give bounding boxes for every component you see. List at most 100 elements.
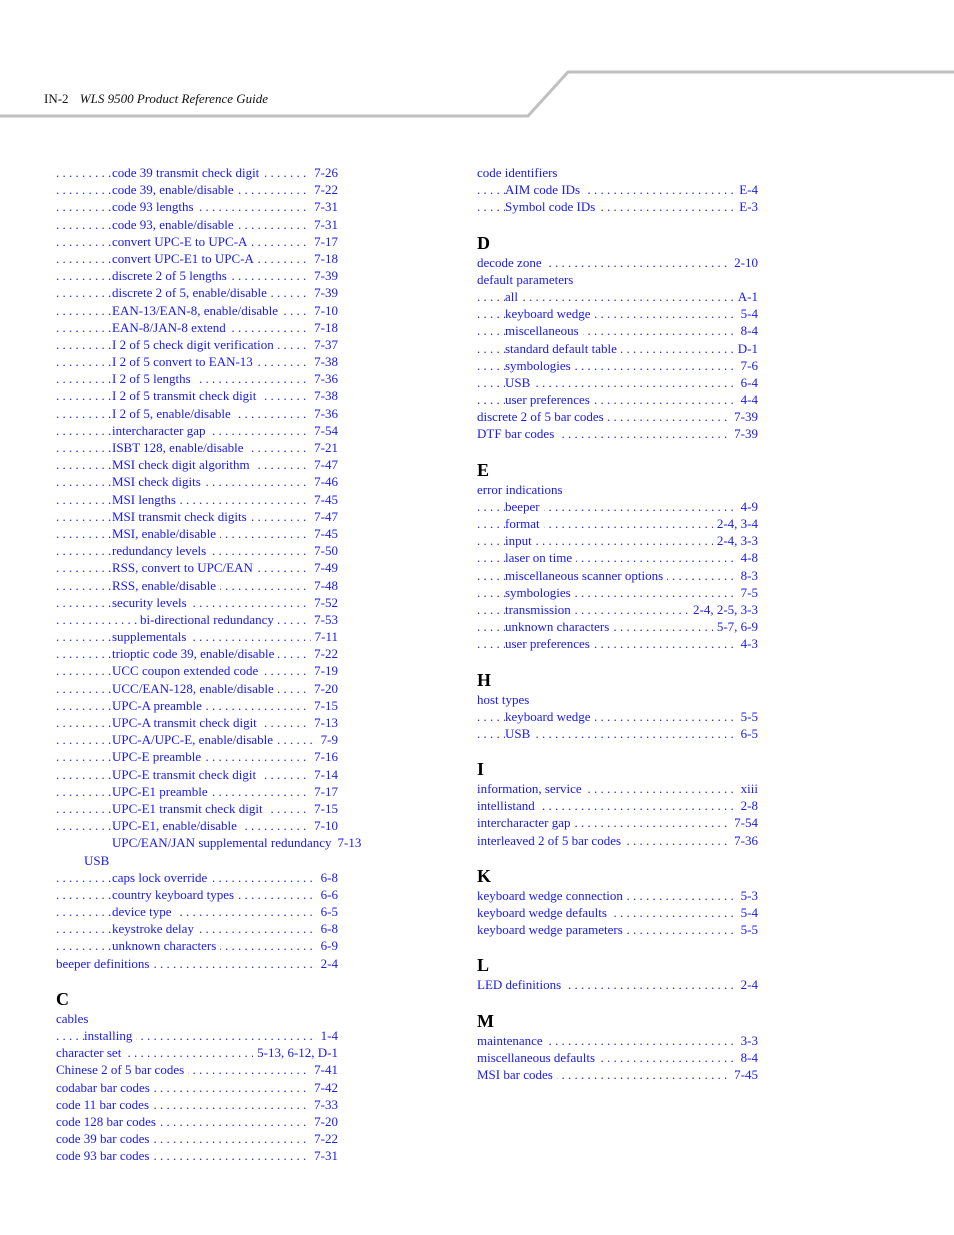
- index-entry-page-ref[interactable]: A-1: [733, 287, 758, 306]
- index-entry[interactable]: code identifiers: [477, 164, 758, 181]
- index-entry[interactable]: keystroke delay 6-8: [56, 920, 338, 938]
- index-entry-page-ref[interactable]: 6-5: [316, 903, 338, 921]
- index-entry[interactable]: intercharacter gap 7-54: [477, 814, 758, 832]
- index-entry[interactable]: transmission 2-4, 2-5, 3-3: [477, 600, 758, 618]
- index-entry[interactable]: UCC coupon extended code 7-19: [56, 662, 338, 680]
- index-entry[interactable]: default parameters: [477, 271, 758, 288]
- index-entry[interactable]: standard default table D-1: [477, 339, 758, 357]
- index-entry-page-ref[interactable]: 7-22: [310, 1130, 338, 1148]
- index-entry[interactable]: decode zone 2-10: [477, 253, 758, 271]
- index-entry-page-ref[interactable]: 7-19: [310, 662, 338, 680]
- index-entry[interactable]: LED definitions 2-4: [477, 976, 758, 994]
- index-entry[interactable]: miscellaneous scanner options 8-3: [477, 566, 758, 584]
- index-entry-page-ref[interactable]: 5-13, 6-12, D-1: [253, 1044, 338, 1062]
- index-entry-page-ref[interactable]: 7-26: [310, 164, 338, 182]
- index-entry[interactable]: user preferences 4-3: [477, 635, 758, 653]
- index-entry-page-ref[interactable]: 7-47: [310, 507, 338, 525]
- index-entry-page-ref[interactable]: 7-45: [730, 1065, 758, 1084]
- index-entry-page-ref[interactable]: 7-21: [310, 439, 338, 457]
- index-entry[interactable]: caps lock override 6-8: [56, 868, 338, 886]
- index-entry[interactable]: format 2-4, 3-4: [477, 515, 758, 532]
- index-entry-page-ref[interactable]: 7-15: [310, 696, 338, 715]
- index-entry[interactable]: MSI check digit algorithm 7-47: [56, 456, 338, 474]
- index-entry[interactable]: character set 5-13, 6-12, D-1: [56, 1044, 338, 1062]
- index-entry[interactable]: UPC-E1 preamble 7-17: [56, 782, 338, 800]
- index-entry[interactable]: user preferences 4-4: [477, 391, 758, 408]
- index-entry-page-ref[interactable]: 7-50: [310, 542, 338, 560]
- index-entry[interactable]: UPC-A preamble 7-15: [56, 696, 338, 715]
- index-entry-page-ref[interactable]: 7-54: [730, 814, 758, 832]
- index-entry-page-ref[interactable]: 7-54: [310, 421, 338, 440]
- index-entry-page-ref[interactable]: xiii: [736, 780, 758, 798]
- index-entry-page-ref[interactable]: 6-4: [736, 373, 758, 392]
- index-entry-page-ref[interactable]: 7-39: [310, 267, 338, 285]
- index-entry[interactable]: EAN-13/EAN-8, enable/disable 7-10: [56, 301, 338, 319]
- index-entry[interactable]: MSI bar codes 7-45: [477, 1065, 758, 1084]
- index-entry[interactable]: interleaved 2 of 5 bar codes 7-36: [477, 831, 758, 849]
- index-entry-page-ref[interactable]: 8-3: [736, 566, 758, 584]
- index-entry-page-ref[interactable]: 7-49: [310, 559, 338, 577]
- index-entry[interactable]: intellistand 2-8: [477, 797, 758, 815]
- index-entry-page-ref[interactable]: 7-39: [310, 284, 338, 302]
- index-entry[interactable]: unknown characters 6-9: [56, 937, 338, 955]
- index-entry-page-ref[interactable]: 3-3: [736, 1031, 758, 1049]
- index-entry[interactable]: information, service xiii: [477, 780, 758, 797]
- index-entry-page-ref[interactable]: 7-36: [310, 370, 338, 388]
- index-entry-page-ref[interactable]: 8-4: [736, 322, 758, 340]
- index-entry[interactable]: RSS, enable/disable 7-48: [56, 576, 338, 594]
- index-entry-page-ref[interactable]: 7-47: [310, 456, 338, 474]
- index-entry-page-ref[interactable]: 5-4: [736, 305, 758, 323]
- index-entry[interactable]: device type 6-5: [56, 903, 338, 920]
- index-entry[interactable]: UPC/EAN/JAN supplemental redundancy 7-13: [56, 834, 362, 851]
- index-entry-page-ref[interactable]: 7-14: [310, 765, 338, 783]
- index-entry-page-ref[interactable]: 7-20: [310, 1112, 338, 1131]
- index-entry-page-ref[interactable]: 6-5: [736, 724, 758, 743]
- index-entry[interactable]: code 128 bar codes 7-20: [56, 1112, 338, 1131]
- index-entry-page-ref[interactable]: 7-48: [310, 576, 338, 594]
- index-entry[interactable]: MSI, enable/disable 7-45: [56, 524, 338, 542]
- index-entry-page-ref[interactable]: 4-3: [736, 635, 758, 653]
- index-entry[interactable]: maintenance 3-3: [477, 1031, 758, 1049]
- index-entry[interactable]: beeper 4-9: [477, 497, 758, 515]
- index-entry[interactable]: keyboard wedge 5-5: [477, 707, 758, 725]
- index-entry-page-ref[interactable]: 1-4: [316, 1027, 338, 1045]
- index-entry-page-ref[interactable]: 2-4, 3-3: [712, 532, 758, 550]
- index-entry[interactable]: symbologies 7-6: [477, 356, 758, 374]
- index-entry[interactable]: UPC-E transmit check digit 7-14: [56, 765, 338, 783]
- index-entry-page-ref[interactable]: 6-9: [316, 937, 338, 955]
- index-entry[interactable]: convert UPC-E to UPC-A 7-17: [56, 232, 338, 250]
- index-entry[interactable]: unknown characters 5-7, 6-9: [477, 618, 758, 636]
- index-entry[interactable]: I 2 of 5 lengths 7-36: [56, 370, 338, 388]
- index-entry-page-ref[interactable]: 7-53: [310, 610, 338, 629]
- index-entry[interactable]: codabar bar codes 7-42: [56, 1078, 338, 1096]
- index-entry-page-ref[interactable]: 5-5: [736, 921, 758, 939]
- index-entry[interactable]: MSI lengths 7-45: [56, 490, 338, 508]
- index-entry[interactable]: MSI transmit check digits 7-47: [56, 507, 338, 525]
- index-entry-page-ref[interactable]: 7-38: [310, 387, 338, 405]
- index-entry[interactable]: input 2-4, 3-3: [477, 532, 758, 550]
- index-entry[interactable]: miscellaneous 8-4: [477, 322, 758, 340]
- index-entry-page-ref[interactable]: 8-4: [736, 1048, 758, 1066]
- index-entry-page-ref[interactable]: 5-4: [736, 904, 758, 922]
- index-entry[interactable]: keyboard wedge connection 5-3: [477, 886, 758, 904]
- index-entry[interactable]: beeper definitions 2-4: [56, 954, 338, 972]
- index-entry-page-ref[interactable]: 2-4, 3-4: [712, 515, 758, 533]
- index-entry[interactable]: miscellaneous defaults 8-4: [477, 1048, 758, 1066]
- index-entry[interactable]: country keyboard types 6-6: [56, 885, 338, 903]
- index-entry-page-ref[interactable]: 7-18: [310, 318, 338, 336]
- index-entry[interactable]: code 93 lengths 7-31: [56, 198, 338, 216]
- index-entry-page-ref[interactable]: 6-8: [316, 868, 338, 886]
- index-entry-page-ref[interactable]: 7-13: [310, 714, 338, 732]
- index-entry-page-ref[interactable]: D-1: [733, 339, 758, 357]
- index-entry[interactable]: code 11 bar codes 7-33: [56, 1095, 338, 1113]
- index-entry-page-ref[interactable]: 7-31: [310, 1147, 338, 1165]
- index-entry[interactable]: UPC-A/UPC-E, enable/disable 7-9: [56, 731, 338, 749]
- index-entry-page-ref[interactable]: 2-8: [736, 797, 758, 815]
- index-entry-page-ref[interactable]: 7-17: [310, 782, 338, 800]
- index-entry-page-ref[interactable]: 7-20: [310, 679, 338, 697]
- index-entry[interactable]: UPC-E preamble 7-16: [56, 748, 338, 766]
- index-entry[interactable]: UPC-E1 transmit check digit 7-15: [56, 799, 338, 817]
- index-entry-page-ref[interactable]: 7-13: [335, 835, 362, 851]
- index-entry[interactable]: ISBT 128, enable/disable 7-21: [56, 439, 338, 456]
- index-entry[interactable]: I 2 of 5 check digit verification 7-37: [56, 335, 338, 353]
